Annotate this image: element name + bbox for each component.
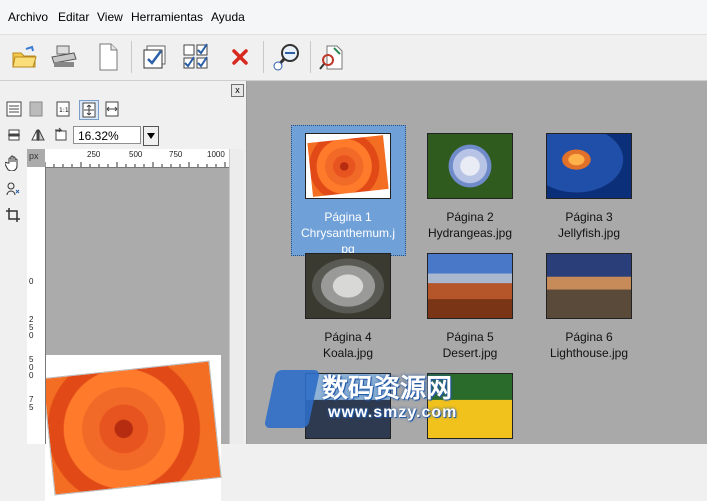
list-view-button[interactable] [5, 100, 23, 118]
menu-ayuda[interactable]: Ayuda [211, 10, 245, 24]
watermark-title: 数码资源网 [322, 373, 453, 403]
crop-tool-button[interactable] [4, 205, 22, 225]
flip-icon [8, 129, 20, 141]
actual-size-button[interactable]: 1:1 [54, 100, 72, 118]
fit-width-icon [105, 101, 119, 117]
scanner-button[interactable] [46, 40, 82, 74]
ruler-tick-label: 500 [129, 150, 143, 159]
svg-text:1:1: 1:1 [59, 107, 69, 114]
ruler-tick-label: 5 [29, 403, 34, 412]
ruler-tick-label: 0 [29, 331, 34, 340]
open-folder-button[interactable] [6, 40, 42, 74]
new-page-button[interactable] [90, 40, 126, 74]
menu-editar[interactable]: Editar [58, 10, 89, 24]
thumbnail-filename: Desert.jpg [442, 346, 498, 360]
thumbnail-filename: Jellyfish.jpg [557, 226, 621, 240]
thumbnail-filename: Hydrangeas.jpg [427, 226, 513, 240]
thumbnail-image [546, 253, 632, 319]
rotate-icon [55, 127, 67, 141]
page-search-icon [319, 45, 343, 70]
tool-palette [4, 153, 24, 231]
delete-button[interactable] [222, 40, 258, 74]
hand-icon [5, 155, 18, 171]
ruler-tick-label: 250 [87, 150, 101, 159]
watermark: 数码资源网 www.smzy.com [263, 368, 520, 438]
thumbnail-page-label: Página 3 [565, 210, 613, 224]
preview-scrollbar[interactable] [229, 149, 244, 444]
menu-view[interactable]: View [97, 10, 123, 24]
toolbar-divider [131, 41, 132, 73]
export-button[interactable] [314, 40, 350, 74]
zoom-dropdown-button[interactable] [143, 126, 159, 146]
thumbnail-page-label: Página 2 [446, 210, 494, 224]
ruler-tick-label: 0 [29, 371, 34, 380]
scanner-icon [51, 45, 77, 67]
thumbnail-filename: Lighthouse.jpg [549, 346, 629, 360]
thumbnail-view-button[interactable] [27, 100, 45, 118]
flip-button[interactable] [5, 126, 23, 144]
vertical-ruler: 0 2 5 0 5 0 0 7 5 [27, 167, 46, 444]
check-all-button[interactable] [178, 40, 214, 74]
toolbar-divider [310, 41, 311, 73]
zoom-person-icon [6, 182, 20, 196]
hand-tool-button[interactable] [4, 153, 22, 173]
thumbnail-page-label: Página 6 [565, 330, 613, 344]
page-preview [42, 355, 222, 501]
page-preview-area[interactable] [27, 149, 243, 501]
mirror-button[interactable] [29, 126, 47, 144]
delete-x-icon [232, 49, 248, 65]
ruler-tick-label: 750 [169, 150, 183, 159]
thumbnail-filename: Koala.jpg [322, 346, 374, 360]
panel-close-button[interactable]: x [231, 84, 244, 97]
thumbnail-page-label: Página 1 [324, 210, 372, 224]
ruler-unit-label: px [29, 151, 39, 161]
fit-page-button[interactable] [79, 100, 99, 120]
toolbar-divider [263, 41, 264, 73]
folder-icon [12, 45, 37, 68]
ruler-tick-label: 0 [29, 277, 34, 286]
zoom-level-input[interactable]: 16.32% [73, 126, 141, 144]
zoom-icon [273, 44, 299, 71]
check-page-button[interactable] [138, 40, 174, 74]
thumbnail-filename: Chrysanthemum.j [300, 226, 396, 240]
menu-herramientas[interactable]: Herramientas [131, 10, 203, 24]
watermark-logo [263, 370, 321, 428]
view-mode-toolbar: 1:1 [0, 97, 246, 121]
mirror-icon [31, 129, 45, 141]
watermark-url: www.smzy.com [328, 404, 458, 421]
crop-icon [6, 208, 20, 222]
thumbnail-image [427, 253, 513, 319]
thumbnail-page-label: Página 4 [324, 330, 372, 344]
blank-page-icon [99, 43, 118, 71]
zoom-button[interactable] [270, 40, 306, 74]
checked-pages-icon [143, 45, 166, 69]
rotate-button[interactable] [52, 126, 70, 144]
thumbnail-page-label: Página 5 [446, 330, 494, 344]
chevron-down-icon [147, 133, 155, 139]
fit-width-button[interactable] [103, 100, 121, 118]
checkbox-grid-icon [183, 43, 208, 69]
ruler-tick-label: 1000 [207, 150, 225, 159]
page-gray-icon [29, 101, 43, 117]
main-toolbar [0, 35, 707, 81]
actual-size-icon: 1:1 [56, 101, 70, 117]
thumbnail-image [305, 253, 391, 319]
thumbnail-image [427, 133, 513, 199]
preview-panel: x 1:1 16.32% px 250 500 750 1000 0 2 5 0… [0, 81, 247, 501]
menu-archivo[interactable]: Archivo [8, 10, 48, 24]
chrysanthemum-preview-image [42, 360, 222, 496]
zoom-toolbar: 16.32% [0, 123, 246, 147]
thumbnail-image [305, 133, 391, 199]
menu-bar: Archivo Editar View Herramientas Ayuda [0, 0, 707, 35]
list-icon [6, 101, 22, 117]
thumbnail-image [546, 133, 632, 199]
fit-page-icon [82, 102, 96, 118]
zoom-tool-button[interactable] [4, 179, 22, 199]
